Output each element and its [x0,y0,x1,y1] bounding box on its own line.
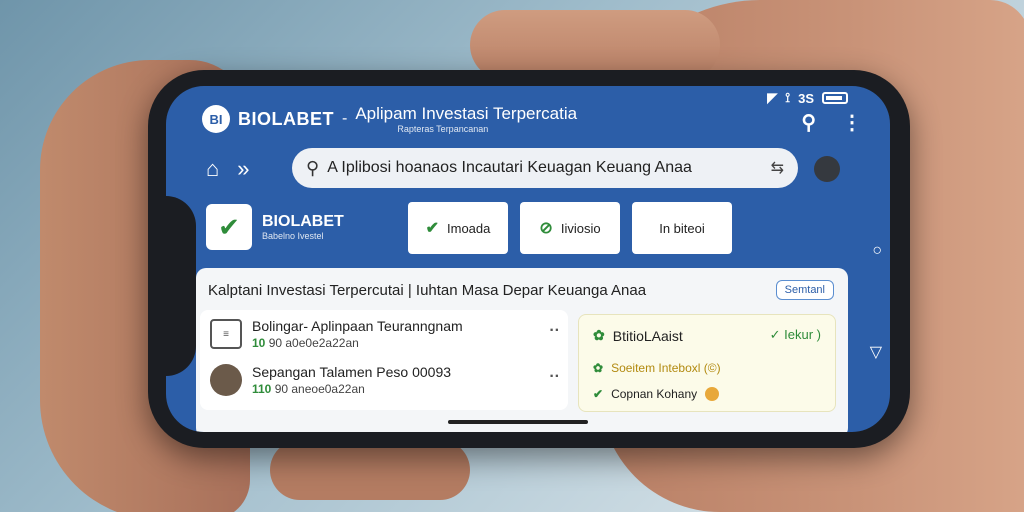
home-indicator[interactable] [448,420,588,424]
list-item-title: Sepangan Talamen Peso 00093 [252,364,452,380]
left-finger [270,440,470,500]
more-vert-icon[interactable]: ⋮ [842,110,862,135]
phone: ◤ ⟟ 3S BI BIOLABET - Aplipam Investasi T… [148,70,910,448]
account-search-icon[interactable]: ⚲ [801,110,816,135]
info-line-text: Copnan Kohany [611,387,698,401]
more-horiz-icon[interactable]: ·· [549,322,560,340]
circle-nav-icon[interactable]: ○ [872,242,882,260]
camera-button[interactable] [814,156,840,182]
more-horiz-icon[interactable]: ·· [549,368,560,386]
info-link[interactable]: ✓ Iekur ) [770,327,821,343]
action-button-3[interactable]: In biteoi [632,202,732,254]
wifi-icon: ⟟ [785,90,791,105]
list-item-meta: 110 90 aneoe0a22an [252,382,451,396]
share-chip-button[interactable]: Semtanl [775,280,834,300]
app-header: BI BIOLABET - Aplipam Investasi Terperca… [202,104,577,134]
document-icon: ≡ [210,319,242,349]
forward-icon[interactable]: » [237,156,249,182]
panel-title: Kalptani Investasi Terpercutai | Iuhtan … [208,282,647,299]
list-item-count: 110 [252,382,272,396]
info-title: BtitioLAaist [612,327,683,344]
link-icon: ⊘ [539,220,553,237]
leaf-icon: ✿ [593,361,604,375]
leaf-icon: ✿ [593,327,605,343]
status-text: 3S [798,90,814,106]
brand-card-sub: Babelno Ivestel [262,231,324,241]
header-separator: - [342,110,348,127]
app-brand: BIOLABET [238,108,334,129]
home-icon[interactable]: ⌂ [206,156,219,182]
location-icon: ◤ [767,90,778,105]
list-card: ≡ Bolingar- Aplinpaan Teuranngnam 10 90 … [200,310,568,410]
list-item-meta: 10 90 a0e0e2a22an [252,336,463,350]
avatar [210,364,242,396]
list-item-meta-text: 90 a0e0e2a22an [268,336,359,350]
leaf-logo-icon: ✔ [206,204,252,250]
action-label-1: Imoada [447,220,491,236]
search-bar[interactable]: ⚲ ⇆ [292,148,798,188]
info-line: ✔ Copnan Kohany [593,387,720,401]
info-line: ✿ Soeitem Inteboxl (©) [593,361,721,375]
battery-icon [822,92,848,104]
info-link-label: Iekur ) [784,327,821,342]
brand-card[interactable]: ✔ BIOLABET Babelno Ivestel [206,204,344,250]
app-logo: BI [202,105,230,133]
badge-dot-icon [705,387,720,401]
list-item[interactable]: ≡ Bolingar- Aplinpaan Teuranngnam 10 90 … [210,318,560,350]
info-header: ✿ BtitioLAaist [593,327,683,344]
action-label-2: Iiviosio [560,220,601,236]
phone-screen: ◤ ⟟ 3S BI BIOLABET - Aplipam Investasi T… [166,86,890,432]
info-line-text: Soeitem Inteboxl (©) [611,361,721,375]
list-item[interactable]: Sepangan Talamen Peso 00093 110 90 aneoe… [210,364,560,396]
app-subtagline: Rapteras Terpancanan [397,124,489,134]
share-icon[interactable]: ⇆ [771,158,784,178]
action-button-1[interactable]: ✔ Imoada [408,202,508,254]
search-icon: ⚲ [306,157,320,178]
status-bar: ◤ ⟟ 3S [767,90,848,106]
check-icon: ✔ [425,220,440,237]
info-card: ✿ BtitioLAaist ✓ Iekur ) ✿ Soeitem Inteb… [578,314,836,412]
header-icons: ⚲ ⋮ [801,110,862,135]
content-panel: Kalptani Investasi Terpercutai | Iuhtan … [196,268,848,432]
camera-notch [166,196,196,376]
nav-row: ⌂ » [206,156,250,182]
brand-card-name: BIOLABET [262,213,344,230]
action-button-2[interactable]: ⊘ Iiviosio [520,202,620,254]
list-item-title: Bolingar- Aplinpaan Teuranngnam [252,318,463,334]
search-input[interactable] [327,159,763,177]
list-item-count: 10 [252,336,266,350]
app-tagline: Aplipam Investasi Terpercatia [355,104,578,123]
back-triangle-icon[interactable]: ▽ [870,342,882,362]
list-item-meta-text: 90 aneoe0a22an [274,382,365,396]
check-icon: ✔ [593,387,604,401]
action-label-3: In biteoi [659,220,705,236]
